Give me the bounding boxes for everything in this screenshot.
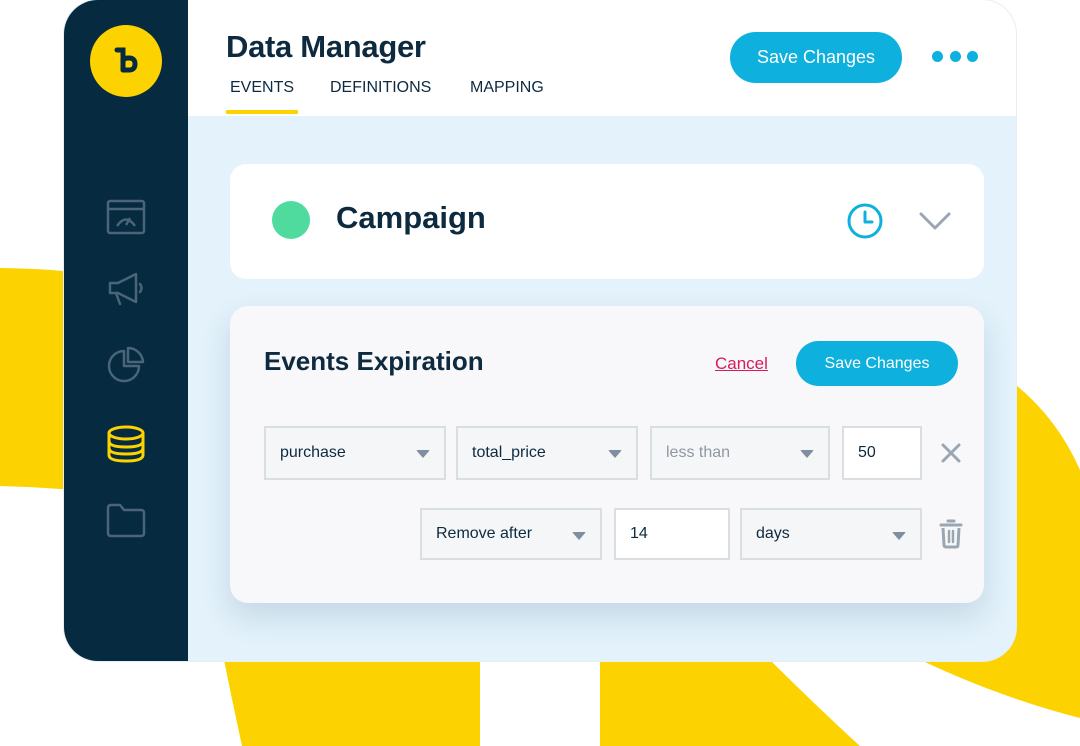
tab-mapping[interactable]: MAPPING <box>470 79 544 97</box>
header: Data Manager EVENTS DEFINITIONS MAPPING … <box>188 0 1016 116</box>
event-select-value: purchase <box>280 444 346 461</box>
trash-icon[interactable] <box>939 519 963 549</box>
caret-down-icon <box>892 532 906 540</box>
campaign-card[interactable]: Campaign <box>230 164 984 279</box>
unit-select[interactable]: days <box>740 508 922 560</box>
pie-chart-icon <box>107 346 145 383</box>
dashboard-icon <box>106 199 146 235</box>
folder-icon <box>106 503 146 538</box>
app-window: Data Manager EVENTS DEFINITIONS MAPPING … <box>64 0 1016 661</box>
campaign-title: Campaign <box>336 200 486 235</box>
chevron-down-icon[interactable] <box>918 208 952 234</box>
megaphone-icon <box>108 272 143 306</box>
value-input-text: 50 <box>858 444 876 461</box>
page-title: Data Manager <box>226 29 426 64</box>
more-dot <box>932 50 943 62</box>
operator-select-placeholder: less than <box>666 444 731 461</box>
panel-save-button[interactable]: Save Changes <box>796 341 958 386</box>
value-input[interactable]: 50 <box>842 426 922 480</box>
cancel-link[interactable]: Cancel <box>715 354 768 374</box>
sidebar-item-data[interactable] <box>106 424 146 464</box>
close-icon[interactable] <box>940 442 962 464</box>
sidebar <box>64 0 188 661</box>
more-dots-icon[interactable] <box>932 48 978 64</box>
brand-logo-icon <box>114 47 138 73</box>
more-dot <box>949 50 961 62</box>
caret-down-icon <box>608 450 622 458</box>
database-icon <box>107 425 145 463</box>
sidebar-item-files[interactable] <box>106 500 146 540</box>
event-select[interactable]: purchase <box>264 426 446 480</box>
duration-input-text: 14 <box>630 525 648 542</box>
sidebar-item-reports[interactable] <box>106 345 146 385</box>
clock-icon[interactable] <box>846 202 884 240</box>
unit-select-value: days <box>756 525 790 542</box>
caret-down-icon <box>572 532 586 540</box>
more-dot <box>967 50 978 62</box>
action-mode-select[interactable]: Remove after <box>420 508 602 560</box>
header-save-button[interactable]: Save Changes <box>730 32 902 83</box>
panel-title: Events Expiration <box>264 346 484 376</box>
sidebar-item-campaigns[interactable] <box>106 269 146 309</box>
brand-logo[interactable] <box>90 25 162 97</box>
action-mode-value: Remove after <box>436 525 533 542</box>
caret-down-icon <box>800 450 814 458</box>
caret-down-icon <box>416 450 430 458</box>
tab-events[interactable]: EVENTS <box>225 79 299 114</box>
tab-definitions[interactable]: DEFINITIONS <box>330 79 431 97</box>
sidebar-item-dashboard[interactable] <box>106 197 146 237</box>
events-expiration-panel: Events Expiration Cancel Save Changes pu… <box>230 306 984 603</box>
status-dot <box>272 201 310 239</box>
operator-select[interactable]: less than <box>650 426 830 480</box>
property-select-value: total_price <box>472 444 546 461</box>
duration-input[interactable]: 14 <box>614 508 730 560</box>
property-select[interactable]: total_price <box>456 426 638 480</box>
